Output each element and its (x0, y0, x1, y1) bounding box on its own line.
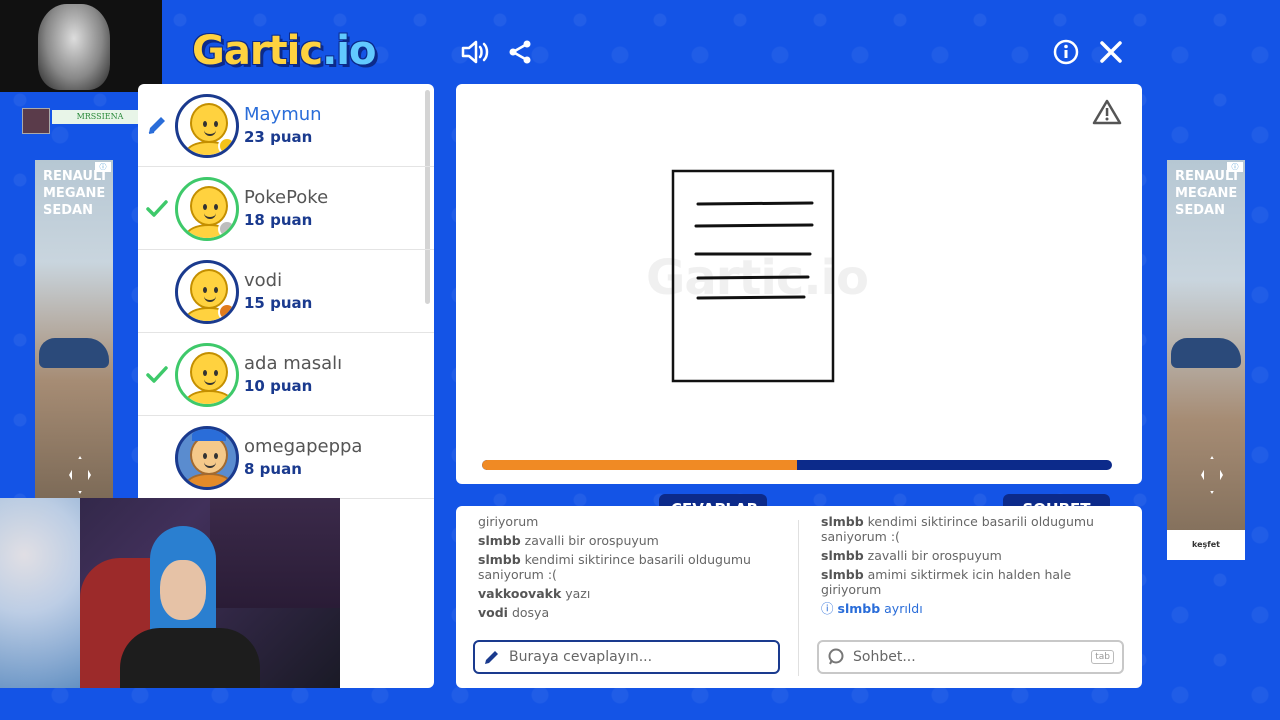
logo-suffix: .io (322, 28, 376, 74)
chat-bubble-icon (828, 648, 844, 665)
chat-input-placeholder: Sohbet... (853, 649, 916, 665)
player-points: 8 puan (244, 460, 302, 478)
panel-divider (798, 520, 799, 676)
ad-right-text: RENAULT MEGANE SEDAN (1175, 168, 1240, 219)
close-icon[interactable] (1095, 36, 1127, 68)
webcam-shirt (120, 628, 260, 688)
chat-input[interactable]: Sohbet... tab (817, 640, 1124, 674)
player-name: Maymun (244, 104, 322, 125)
stream-tag: MRSSIENA (22, 106, 148, 136)
player-badge (218, 220, 236, 238)
webcam-bottom-overlay (0, 498, 340, 688)
chat-message: slmbb kendimi siktirince basarili oldugu… (821, 514, 1094, 544)
timer-bar (482, 460, 1112, 470)
pencil-icon (146, 114, 168, 136)
ad-left-line1: RENAULT (43, 169, 108, 184)
ad-left-line2: MEGANE (43, 186, 106, 201)
player-badge (218, 137, 236, 155)
pencil-icon (485, 651, 498, 664)
chat-message: slmbb zavalli bir orospuyum (821, 548, 1002, 563)
answers-chat-panel: giriyorum slmbb zavalli bir orospuyum sl… (456, 506, 1142, 688)
drawing-document (671, 169, 835, 383)
report-warning-icon[interactable] (1092, 98, 1122, 126)
player-avatar (175, 343, 239, 407)
player-avatar (175, 426, 239, 490)
stream-avatar (22, 108, 50, 134)
ad-car-image (39, 338, 109, 368)
webcam-face (160, 560, 206, 620)
player-avatar (175, 177, 239, 241)
chat-system-message: ⓘ slmbb ayrıldı (821, 601, 923, 616)
player-avatar (175, 94, 239, 158)
ad-left-text: RENAULT MEGANE SEDAN (43, 168, 108, 219)
answer-message: slmbb zavalli bir orospuyum (478, 533, 659, 548)
gartic-logo[interactable]: Gartic.io (192, 28, 376, 74)
info-icon[interactable] (1050, 36, 1082, 68)
player-name: ada masalı (244, 353, 343, 374)
ad-left-line3: SEDAN (43, 203, 93, 218)
player-row[interactable]: vodi 15 puan (138, 250, 434, 333)
player-row[interactable]: ada masalı 10 puan (138, 333, 434, 416)
player-avatar (175, 260, 239, 324)
renault-logo-icon (1201, 456, 1223, 494)
renault-logo-icon (69, 456, 91, 494)
ad-car-image (1171, 338, 1241, 368)
player-name: omegapeppa (244, 436, 363, 457)
ad-cta-button[interactable]: keşfet (1167, 530, 1245, 560)
answer-message: vakkoovakk yazı (478, 586, 591, 601)
chat-list[interactable]: slmbb kendimi siktirince basarili oldugu… (821, 514, 1121, 636)
timer-fill (482, 460, 797, 470)
answer-message: giriyorum (478, 514, 539, 529)
drawing-canvas[interactable]: Gartic.io (456, 84, 1142, 484)
sound-icon[interactable] (459, 36, 491, 68)
tab-key-hint: tab (1091, 650, 1114, 664)
player-points: 18 puan (244, 211, 313, 229)
webcam-top-overlay (0, 0, 162, 92)
ad-left[interactable]: ⓘ RENAULT MEGANE SEDAN (35, 160, 113, 500)
ad-right-line2: MEGANE (1175, 186, 1238, 201)
answer-input-placeholder: Buraya cevaplayın... (509, 649, 653, 665)
checkmark-icon (146, 197, 168, 219)
answer-message: vodi dosya (478, 605, 550, 620)
answer-input[interactable]: Buraya cevaplayın... (473, 640, 780, 674)
stream-tag-name: MRSSIENA (52, 110, 148, 124)
chat-message: slmbb amimi siktirmek icin halden hale g… (821, 567, 1072, 597)
webcam-tree (0, 498, 80, 688)
player-row[interactable]: omegapeppa 8 puan (138, 416, 434, 499)
player-points: 10 puan (244, 377, 313, 395)
player-points: 23 puan (244, 128, 313, 146)
ad-right-line1: RENAULT (1175, 169, 1240, 184)
info-small-icon: ⓘ (821, 601, 834, 616)
player-row[interactable]: PokePoke 18 puan (138, 167, 434, 250)
player-badge (218, 303, 236, 321)
ad-right[interactable]: ⓘ RENAULT MEGANE SEDAN keşfet (1167, 160, 1245, 560)
share-icon[interactable] (504, 36, 536, 68)
player-name: vodi (244, 270, 283, 291)
webcam-shelf (210, 498, 340, 608)
ad-right-line3: SEDAN (1175, 203, 1225, 218)
logo-main: Gartic (192, 28, 323, 74)
player-row[interactable]: Maymun 23 puan (138, 84, 434, 167)
webcam-face (38, 4, 110, 90)
answer-message: slmbb kendimi siktirince basarili oldugu… (478, 552, 751, 582)
answers-list[interactable]: giriyorum slmbb zavalli bir orospuyum sl… (478, 514, 778, 636)
checkmark-icon (146, 363, 168, 385)
player-points: 15 puan (244, 294, 313, 312)
player-name: PokePoke (244, 187, 329, 208)
